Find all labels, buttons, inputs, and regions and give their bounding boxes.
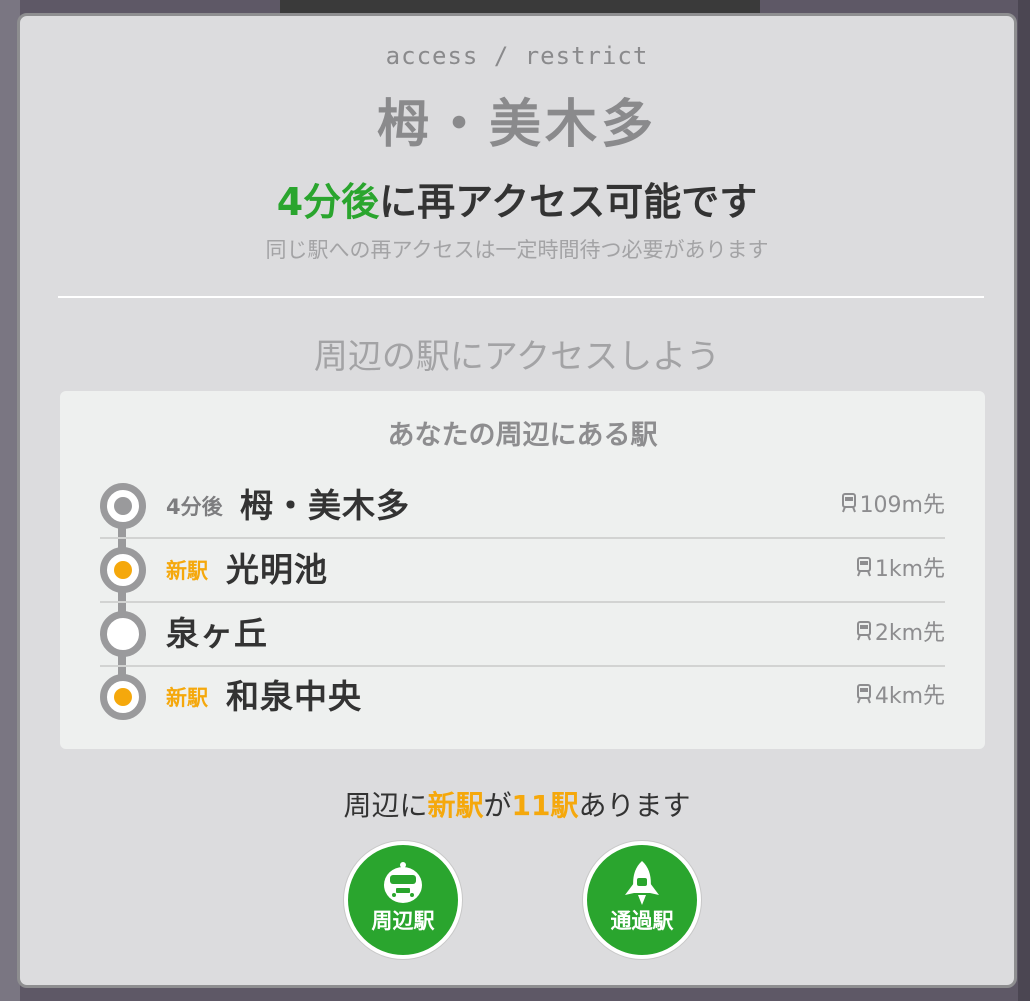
summary-middle: が xyxy=(483,789,512,822)
station-node-waiting xyxy=(100,483,146,529)
station-status-label: 4分後 xyxy=(166,495,223,519)
station-status-label: 新駅 xyxy=(166,686,208,710)
station-node-new xyxy=(100,674,146,720)
nearby-stations-title: あなたの周辺にある駅 xyxy=(387,420,658,451)
reaccess-message: 4分後に再アクセス可能です xyxy=(20,171,1014,226)
station-title: 栂・美木多 xyxy=(376,95,657,155)
summary-prefix: 周辺に xyxy=(343,789,428,822)
station-distance-text: 4km先 xyxy=(874,684,945,709)
train-icon xyxy=(841,493,856,513)
nearby-stations-button[interactable]: 周辺駅 xyxy=(344,841,462,959)
rocket-icon xyxy=(625,861,659,905)
summary-suffix: あります xyxy=(578,789,691,822)
station-distance: 109m先 xyxy=(841,487,945,519)
station-name: 泉ヶ丘 xyxy=(166,614,268,653)
passing-stations-button-label: 通過駅 xyxy=(610,909,674,933)
train-icon xyxy=(856,684,871,704)
station-name: 光明池 xyxy=(226,550,328,589)
reaccess-time: 4分後 xyxy=(276,180,380,224)
nearby-stations-button-label: 周辺駅 xyxy=(371,909,435,933)
nearby-stations-card: あなたの周辺にある駅 4分後 栂・美木多 109m先 新駅 光明池 1km先 泉… xyxy=(60,391,985,749)
station-status-label: 新駅 xyxy=(166,559,208,583)
train-icon xyxy=(856,621,871,641)
train-icon xyxy=(856,557,871,577)
station-distance-text: 109m先 xyxy=(859,493,945,518)
access-restrict-dialog: access / restrict 栂・美木多 4分後に再アクセス可能です 同じ… xyxy=(17,13,1017,988)
station-distance: 2km先 xyxy=(856,615,945,647)
station-distance: 4km先 xyxy=(856,678,945,710)
divider xyxy=(58,296,984,298)
passing-stations-button[interactable]: 通過駅 xyxy=(583,841,701,959)
reaccess-text: に再アクセス可能です xyxy=(379,180,758,224)
background-map-right xyxy=(1018,0,1030,1001)
train-front-icon xyxy=(384,862,422,903)
station-name: 和泉中央 xyxy=(226,677,362,716)
dialog-subtitle: access / restrict xyxy=(385,42,649,70)
station-distance-text: 1km先 xyxy=(874,557,945,582)
summary-new-label: 新駅 xyxy=(427,789,484,822)
station-row[interactable]: 泉ヶ丘 2km先 xyxy=(100,603,945,667)
station-row[interactable]: 新駅 和泉中央 4km先 xyxy=(100,666,945,728)
station-distance: 1km先 xyxy=(856,551,945,583)
summary-count: 11駅 xyxy=(511,789,579,822)
new-station-summary: 周辺に新駅が11駅あります xyxy=(20,784,1014,824)
station-name: 栂・美木多 xyxy=(240,486,410,525)
station-distance-text: 2km先 xyxy=(874,621,945,646)
station-node-new xyxy=(100,547,146,593)
section-title: 周辺の駅にアクセスしよう xyxy=(313,337,721,377)
station-node xyxy=(100,611,146,657)
station-row[interactable]: 4分後 栂・美木多 109m先 xyxy=(100,475,945,539)
station-row[interactable]: 新駅 光明池 1km先 xyxy=(100,539,945,603)
reaccess-note: 同じ駅への再アクセスは一定時間待つ必要があります xyxy=(265,238,769,262)
